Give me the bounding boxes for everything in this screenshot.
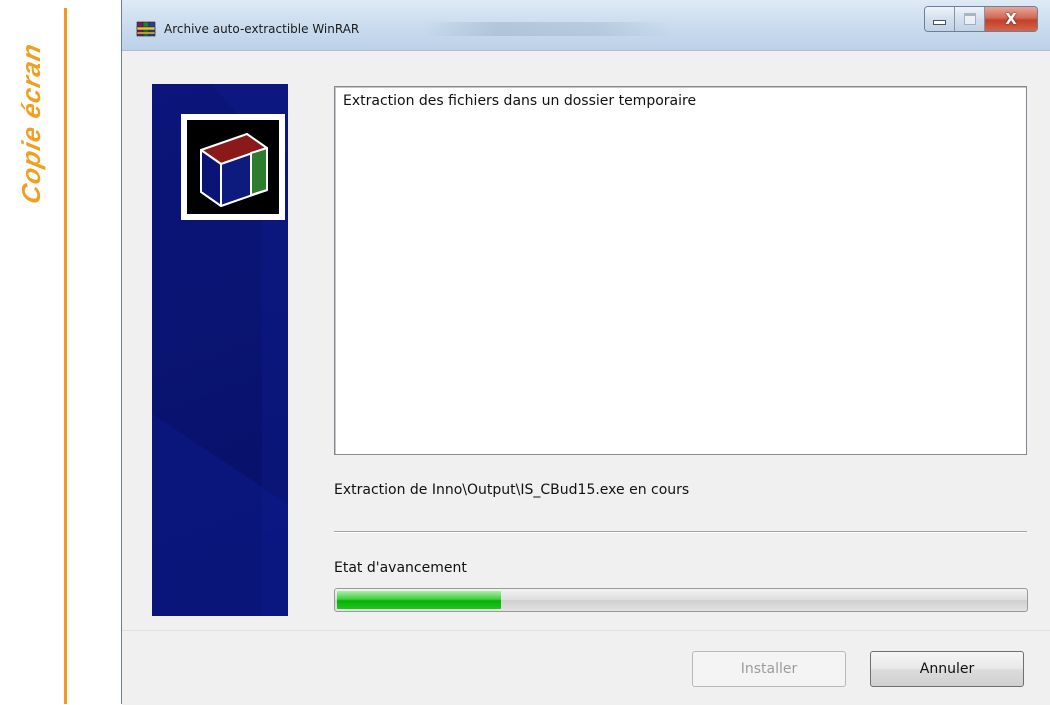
close-button[interactable]: X [985, 7, 1037, 31]
screenshot-caption: Copie écran [10, 10, 56, 210]
archive-box-icon [200, 133, 268, 207]
maximize-button[interactable] [955, 7, 985, 31]
window-title: Archive auto-extractible WinRAR [164, 22, 360, 36]
cancel-button[interactable]: Annuler [870, 651, 1024, 687]
progress-fill [337, 591, 502, 609]
window-controls: X [924, 6, 1038, 32]
progress-label: Etat d'avancement [334, 560, 467, 576]
progress-bar [334, 588, 1028, 612]
install-button[interactable]: Installer [692, 651, 846, 687]
logo-frame [181, 114, 285, 220]
minimize-icon [933, 19, 946, 25]
logo-background [187, 120, 279, 214]
background-window-blur [422, 22, 672, 36]
current-file-status: Extraction de Inno\Output\IS_CBud15.exe … [334, 482, 690, 498]
minimize-button[interactable] [925, 7, 955, 31]
caption-text: Copie écran [16, 40, 46, 207]
dialog-footer: Installer Annuler [122, 630, 1050, 705]
title-bar[interactable]: Archive auto-extractible WinRAR X [122, 0, 1050, 51]
side-banner [152, 84, 288, 616]
maximize-icon [963, 13, 976, 25]
extraction-message: Extraction des fichiers dans un dossier … [343, 93, 697, 109]
extraction-log-panel: Extraction des fichiers dans un dossier … [334, 86, 1027, 455]
close-icon: X [1005, 10, 1017, 28]
winrar-sfx-window: Archive auto-extractible WinRAR X Extrac… [121, 0, 1050, 705]
section-divider [334, 531, 1027, 533]
winrar-archive-icon [136, 21, 156, 37]
caption-divider [64, 8, 67, 704]
